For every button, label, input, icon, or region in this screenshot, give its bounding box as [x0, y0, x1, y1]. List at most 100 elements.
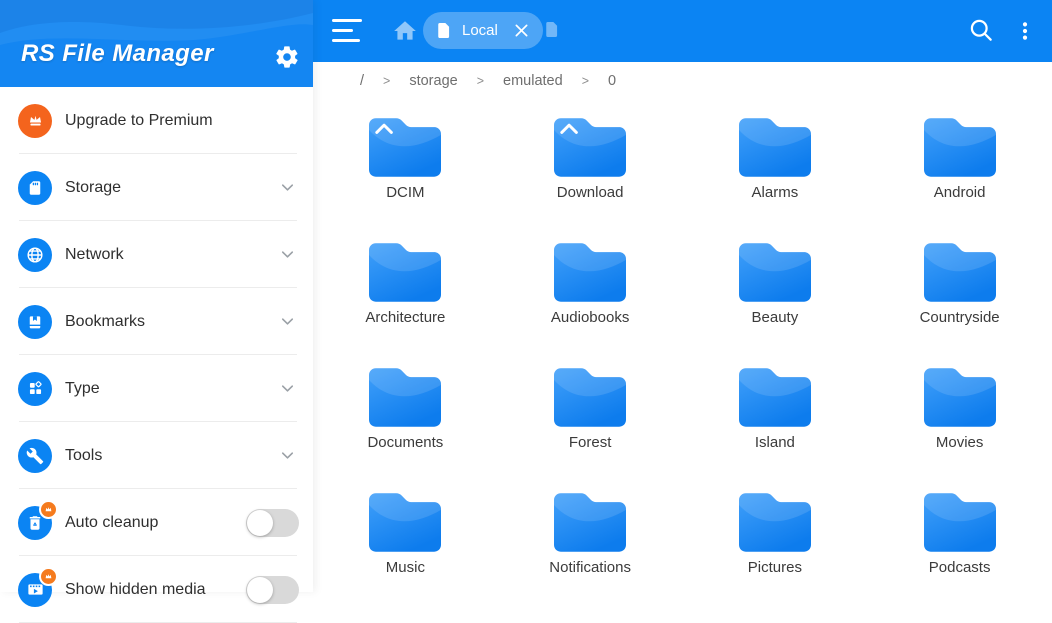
folder-icon	[369, 493, 441, 552]
folder-label: Notifications	[549, 559, 631, 576]
sidebar-item-label: Bookmarks	[65, 313, 279, 331]
chevron-down-icon	[279, 380, 296, 397]
folder-icon	[924, 118, 996, 177]
sdcard-icon	[18, 171, 52, 205]
folder-architecture[interactable]: Architecture	[313, 225, 498, 350]
folder-label: Podcasts	[929, 559, 991, 576]
breadcrumb-separator: >	[576, 74, 595, 88]
sidebar-item-label: Type	[65, 380, 279, 398]
sidebar-item-label: Upgrade to Premium	[65, 112, 299, 130]
sidebar-item-type[interactable]: Type	[0, 355, 313, 422]
sidebar-item-label: Show hidden media	[65, 581, 246, 599]
folder-label: Alarms	[752, 184, 799, 201]
toggle-show-hidden-media[interactable]	[246, 576, 299, 604]
breadcrumb: />storage>emulated>0	[313, 62, 1052, 100]
breadcrumb-segment-0[interactable]: 0	[595, 73, 629, 89]
gear-icon[interactable]	[274, 44, 300, 70]
folder-label: Movies	[936, 434, 984, 451]
folder-label: Island	[755, 434, 795, 451]
inactive-tab-icon[interactable]	[545, 21, 560, 43]
breadcrumb-separator: >	[471, 74, 490, 88]
folder-icon	[924, 243, 996, 302]
shapes-icon	[18, 372, 52, 406]
sidebar-item-upgrade-to-premium[interactable]: Upgrade to Premium	[0, 87, 313, 154]
tab-label: Local	[462, 22, 498, 39]
folder-icon	[739, 493, 811, 552]
kebab-menu-icon[interactable]	[1013, 18, 1037, 44]
folder-audiobooks[interactable]: Audiobooks	[498, 225, 683, 350]
sidebar-header: RS File Manager	[0, 0, 313, 87]
folder-icon	[369, 368, 441, 427]
folder-dcim[interactable]: DCIM	[313, 100, 498, 225]
wrench-icon	[18, 439, 52, 473]
folder-label: Android	[934, 184, 986, 201]
folder-label: Forest	[569, 434, 612, 451]
chevron-down-icon	[279, 313, 296, 330]
folder-countryside[interactable]: Countryside	[867, 225, 1052, 350]
folder-island[interactable]: Island	[683, 350, 868, 475]
breadcrumb-segment-storage[interactable]: storage	[396, 73, 470, 89]
folder-download[interactable]: Download	[498, 100, 683, 225]
folder-music[interactable]: Music	[313, 475, 498, 600]
folder-icon	[554, 368, 626, 427]
sidebar-item-storage[interactable]: Storage	[0, 154, 313, 221]
home-icon[interactable]	[392, 18, 418, 44]
folder-grid: DCIM Download Alarms Android Architecture Aud…	[313, 100, 1052, 592]
sidebar-item-bookmarks[interactable]: Bookmarks	[0, 288, 313, 355]
app-title: RS File Manager	[21, 40, 214, 68]
folder-icon	[924, 493, 996, 552]
chevron-down-icon	[279, 246, 296, 263]
folder-icon	[924, 368, 996, 427]
folder-icon	[739, 368, 811, 427]
sidebar-item-tools[interactable]: Tools	[0, 422, 313, 489]
folder-label: Countryside	[920, 309, 1000, 326]
globe-icon	[18, 238, 52, 272]
app-window: Local />storage>emulated>0 DCIMDownloadA…	[0, 0, 1052, 592]
toggle-knob	[247, 577, 273, 603]
folder-icon	[554, 493, 626, 552]
folder-label: DCIM	[386, 184, 424, 201]
trash-icon	[18, 506, 52, 540]
folder-label: Pictures	[748, 559, 802, 576]
bookmark-icon	[18, 305, 52, 339]
folder-beauty[interactable]: Beauty	[683, 225, 868, 350]
breadcrumb-segment-[interactable]: /	[347, 73, 377, 89]
media-icon	[18, 573, 52, 607]
folder-icon	[369, 243, 441, 302]
toggle-auto-cleanup[interactable]	[246, 509, 299, 537]
folder-android[interactable]: Android	[867, 100, 1052, 225]
file-icon	[437, 22, 452, 39]
chevron-down-icon	[279, 179, 296, 196]
folder-label: Architecture	[365, 309, 445, 326]
folder-notifications[interactable]: Notifications	[498, 475, 683, 600]
hamburger-menu-icon[interactable]	[332, 19, 362, 43]
premium-crown-badge-icon	[39, 567, 58, 586]
folder-icon	[554, 243, 626, 302]
crown-icon	[18, 104, 52, 138]
close-icon[interactable]	[514, 23, 529, 38]
folder-movies[interactable]: Movies	[867, 350, 1052, 475]
folder-icon	[369, 118, 441, 177]
folder-documents[interactable]: Documents	[313, 350, 498, 475]
folder-alarms[interactable]: Alarms	[683, 100, 868, 225]
sidebar-item-network[interactable]: Network	[0, 221, 313, 288]
sidebar-item-auto-cleanup[interactable]: Auto cleanup	[0, 489, 313, 556]
folder-forest[interactable]: Forest	[498, 350, 683, 475]
toggle-knob	[247, 510, 273, 536]
folder-podcasts[interactable]: Podcasts	[867, 475, 1052, 600]
sidebar-drawer: RS File Manager Upgrade to Premium Storag…	[0, 0, 313, 592]
breadcrumb-segment-emulated[interactable]: emulated	[490, 73, 576, 89]
search-icon[interactable]	[967, 16, 995, 44]
breadcrumb-separator: >	[377, 74, 396, 88]
sidebar-item-show-hidden-media[interactable]: Show hidden media	[0, 556, 313, 623]
folder-pictures[interactable]: Pictures	[683, 475, 868, 600]
folder-label: Download	[557, 184, 624, 201]
sidebar-item-label: Auto cleanup	[65, 514, 246, 532]
folder-label: Documents	[367, 434, 443, 451]
folder-icon	[739, 118, 811, 177]
folder-label: Audiobooks	[551, 309, 629, 326]
premium-crown-badge-icon	[39, 500, 58, 519]
tab-local[interactable]: Local	[423, 12, 543, 49]
sidebar-item-label: Storage	[65, 179, 279, 197]
folder-icon	[554, 118, 626, 177]
